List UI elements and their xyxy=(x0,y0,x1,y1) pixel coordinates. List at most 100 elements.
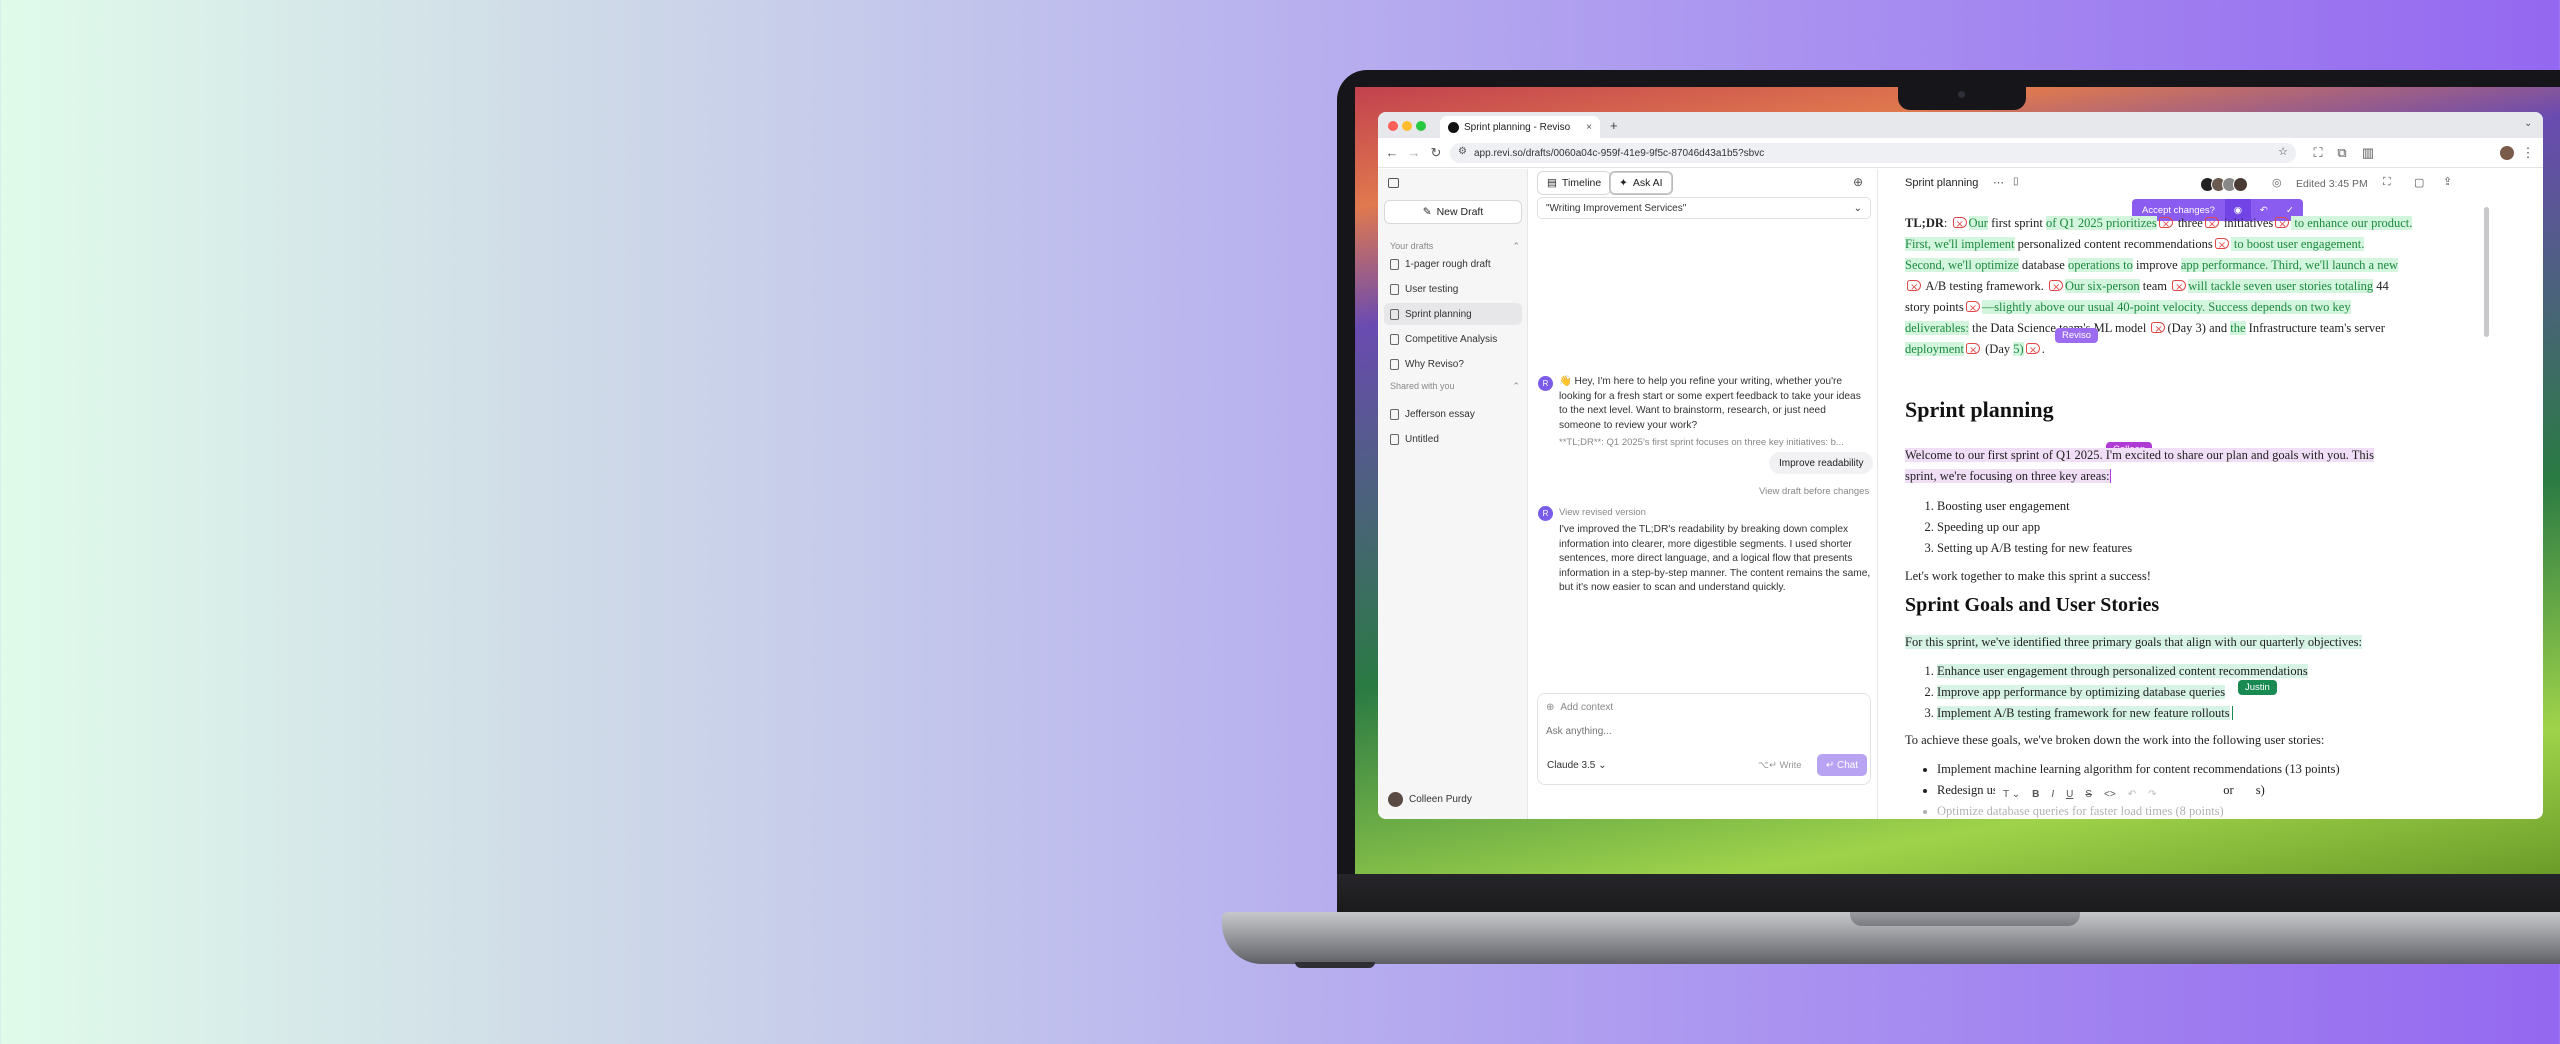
deletion-marker-icon[interactable] xyxy=(2151,319,2166,340)
service-select[interactable]: "Writing Improvement Services" ⌄ xyxy=(1537,197,1871,219)
italic-icon[interactable]: I xyxy=(2051,789,2054,800)
new-draft-button[interactable]: ✎ New Draft xyxy=(1384,200,1522,224)
added-text: to enhance our product. xyxy=(2291,216,2413,230)
sidebar-panel-icon[interactable]: ▥ xyxy=(2360,145,2376,161)
quoted-selection: **TL;DR**: Q1 2025's first sprint focuse… xyxy=(1559,437,1844,448)
shared-header[interactable]: Shared with you ⌃ xyxy=(1390,381,1520,392)
add-context-button[interactable]: ⊕ Add context xyxy=(1546,702,1613,713)
assistant-avatar: R xyxy=(1538,376,1553,391)
shared-doc-label: Jefferson essay xyxy=(1405,408,1475,420)
deletion-marker-icon[interactable] xyxy=(2204,214,2219,235)
visibility-icon[interactable]: ◎ xyxy=(2272,176,2282,189)
maximize-window-button[interactable] xyxy=(1416,121,1426,131)
added-text: the xyxy=(2230,321,2246,335)
close-tab-icon[interactable]: × xyxy=(1586,122,1592,133)
sidebar-item-draft[interactable]: Competitive Analysis xyxy=(1384,328,1522,350)
welcome-line: Welcome to our first sprint of Q1 2025. … xyxy=(1905,448,2374,462)
underline-icon[interactable]: U xyxy=(2066,789,2073,800)
screenshot-icon[interactable]: ⛶ xyxy=(2310,145,2326,161)
list-item: Boosting user engagement xyxy=(1937,496,2473,517)
deletion-marker-icon[interactable] xyxy=(2025,340,2040,361)
reload-icon[interactable]: ↻ xyxy=(1428,145,1444,161)
selected-service: "Writing Improvement Services" xyxy=(1546,202,1687,214)
new-tab-button[interactable]: + xyxy=(1610,118,1618,133)
sidebar-item-shared[interactable]: Jefferson essay xyxy=(1384,403,1522,425)
text: : xyxy=(1943,216,1951,230)
deletion-marker-icon[interactable] xyxy=(1952,214,1967,235)
sidebar-item-draft[interactable]: User testing xyxy=(1384,278,1522,300)
deletion-marker-icon[interactable] xyxy=(2048,277,2063,298)
avatar xyxy=(2233,177,2248,192)
sidebar-item-draft[interactable]: Why Reviso? xyxy=(1384,353,1522,375)
view-draft-before-link[interactable]: View draft before changes xyxy=(1759,486,1869,497)
draft-label: Why Reviso? xyxy=(1405,358,1464,370)
sidebar-item-shared[interactable]: Untitled xyxy=(1384,428,1522,450)
camera-notch xyxy=(1898,86,2026,110)
user-message: Improve readability xyxy=(1769,452,1874,474)
timeline-tab[interactable]: ▤ Timeline xyxy=(1537,171,1612,195)
url-text: app.revi.so/drafts/0060a04c-959f-41e9-9f… xyxy=(1474,147,1765,159)
bookmark-star-icon[interactable]: ☆ xyxy=(2278,145,2288,158)
write-button[interactable]: ⌥↵ Write xyxy=(1758,760,1802,771)
deletion-marker-icon[interactable] xyxy=(2172,277,2187,298)
minimize-window-button[interactable] xyxy=(1402,121,1412,131)
deletion-marker-icon[interactable] xyxy=(2158,214,2173,235)
ask-ai-tab[interactable]: ✦ Ask AI xyxy=(1609,171,1673,195)
deletion-marker-icon[interactable] xyxy=(2214,235,2229,256)
deletion-marker-icon[interactable] xyxy=(2275,214,2290,235)
tldr-paragraph: TL;DR: Our first sprint of Q1 2025 prior… xyxy=(1905,213,2465,361)
toggle-sidebar-icon[interactable] xyxy=(1388,178,1399,188)
chevron-down-icon: ⌄ xyxy=(1598,760,1607,771)
document-info-icon[interactable]: ▯ xyxy=(2013,176,2019,187)
shared-label: Shared with you xyxy=(1390,381,1455,391)
forward-icon[interactable]: → xyxy=(1406,145,1422,160)
browser-tab[interactable]: Sprint planning - Reviso × xyxy=(1440,116,1600,138)
collapse-chevron-icon[interactable]: ⌃ xyxy=(1512,381,1520,392)
strikethrough-icon[interactable]: S xyxy=(2085,789,2092,800)
browser-menu-icon[interactable]: ⋮ xyxy=(2520,145,2536,161)
copy-icon[interactable]: ▢ xyxy=(2414,176,2424,189)
back-icon[interactable]: ← xyxy=(1384,145,1400,160)
edit-icon: ✎ xyxy=(1422,206,1432,218)
extensions-icon[interactable]: ⧉ xyxy=(2334,145,2350,161)
tab-title: Sprint planning - Reviso xyxy=(1464,121,1571,133)
chat-input[interactable] xyxy=(1546,723,1862,739)
deletion-marker-icon[interactable] xyxy=(1965,298,1980,319)
deletion-marker-icon[interactable] xyxy=(1907,277,1921,298)
document-icon xyxy=(1390,408,1399,420)
new-chat-icon[interactable]: ⊕ xyxy=(1853,175,1863,189)
user-profile[interactable]: Colleen Purdy xyxy=(1388,792,1472,807)
site-info-icon[interactable]: ⚙ xyxy=(1458,146,1467,157)
code-icon[interactable]: <> xyxy=(2104,789,2116,800)
sidebar-item-draft[interactable]: 1-pager rough draft xyxy=(1384,253,1522,275)
undo-icon[interactable]: ↶ xyxy=(2128,789,2136,800)
profile-avatar[interactable] xyxy=(2500,146,2514,160)
fullscreen-icon[interactable]: ⛶ xyxy=(2383,176,2391,189)
url-field[interactable]: ⚙ app.revi.so/drafts/0060a04c-959f-41e9-… xyxy=(1450,143,2296,163)
share-icon[interactable]: ⇪ xyxy=(2443,175,2452,188)
plus-circle-icon: ⊕ xyxy=(1546,702,1555,713)
model-label: Claude 3.5 xyxy=(1547,760,1596,771)
model-select[interactable]: Claude 3.5 ⌄ xyxy=(1547,760,1607,771)
deletion-marker-icon[interactable] xyxy=(1966,340,1981,361)
added-text: —slightly above our usual 40-point veloc… xyxy=(1981,300,2351,314)
editor-scrollbar[interactable] xyxy=(2484,207,2489,337)
collaborator-avatars[interactable] xyxy=(2200,177,2248,192)
redo-icon[interactable]: ↷ xyxy=(2148,789,2156,800)
laptop-opening-groove xyxy=(1850,912,2080,926)
bold-icon[interactable]: B xyxy=(2032,789,2039,800)
draft-label: User testing xyxy=(1405,283,1459,295)
tldr-label: TL;DR xyxy=(1905,216,1944,230)
your-drafts-header[interactable]: Your drafts ⌃ xyxy=(1390,241,1520,252)
more-options-icon[interactable]: ⋯ xyxy=(1993,176,2004,189)
view-revised-link[interactable]: View revised version xyxy=(1559,507,1646,518)
welcome-line: sprint, we're focusing on three key area… xyxy=(1905,469,2110,483)
sidebar-item-draft-active[interactable]: Sprint planning xyxy=(1384,303,1522,325)
your-drafts-label: Your drafts xyxy=(1390,241,1434,251)
tab-search-icon[interactable]: ⌄ xyxy=(2524,118,2532,129)
close-window-button[interactable] xyxy=(1388,121,1398,131)
stories-intro: To achieve these goals, we've broken dow… xyxy=(1905,733,2325,747)
chat-send-button[interactable]: ↵ Chat xyxy=(1817,754,1867,776)
text-style-icon[interactable]: T ⌄ xyxy=(2003,789,2020,800)
collapse-chevron-icon[interactable]: ⌃ xyxy=(1512,241,1520,252)
